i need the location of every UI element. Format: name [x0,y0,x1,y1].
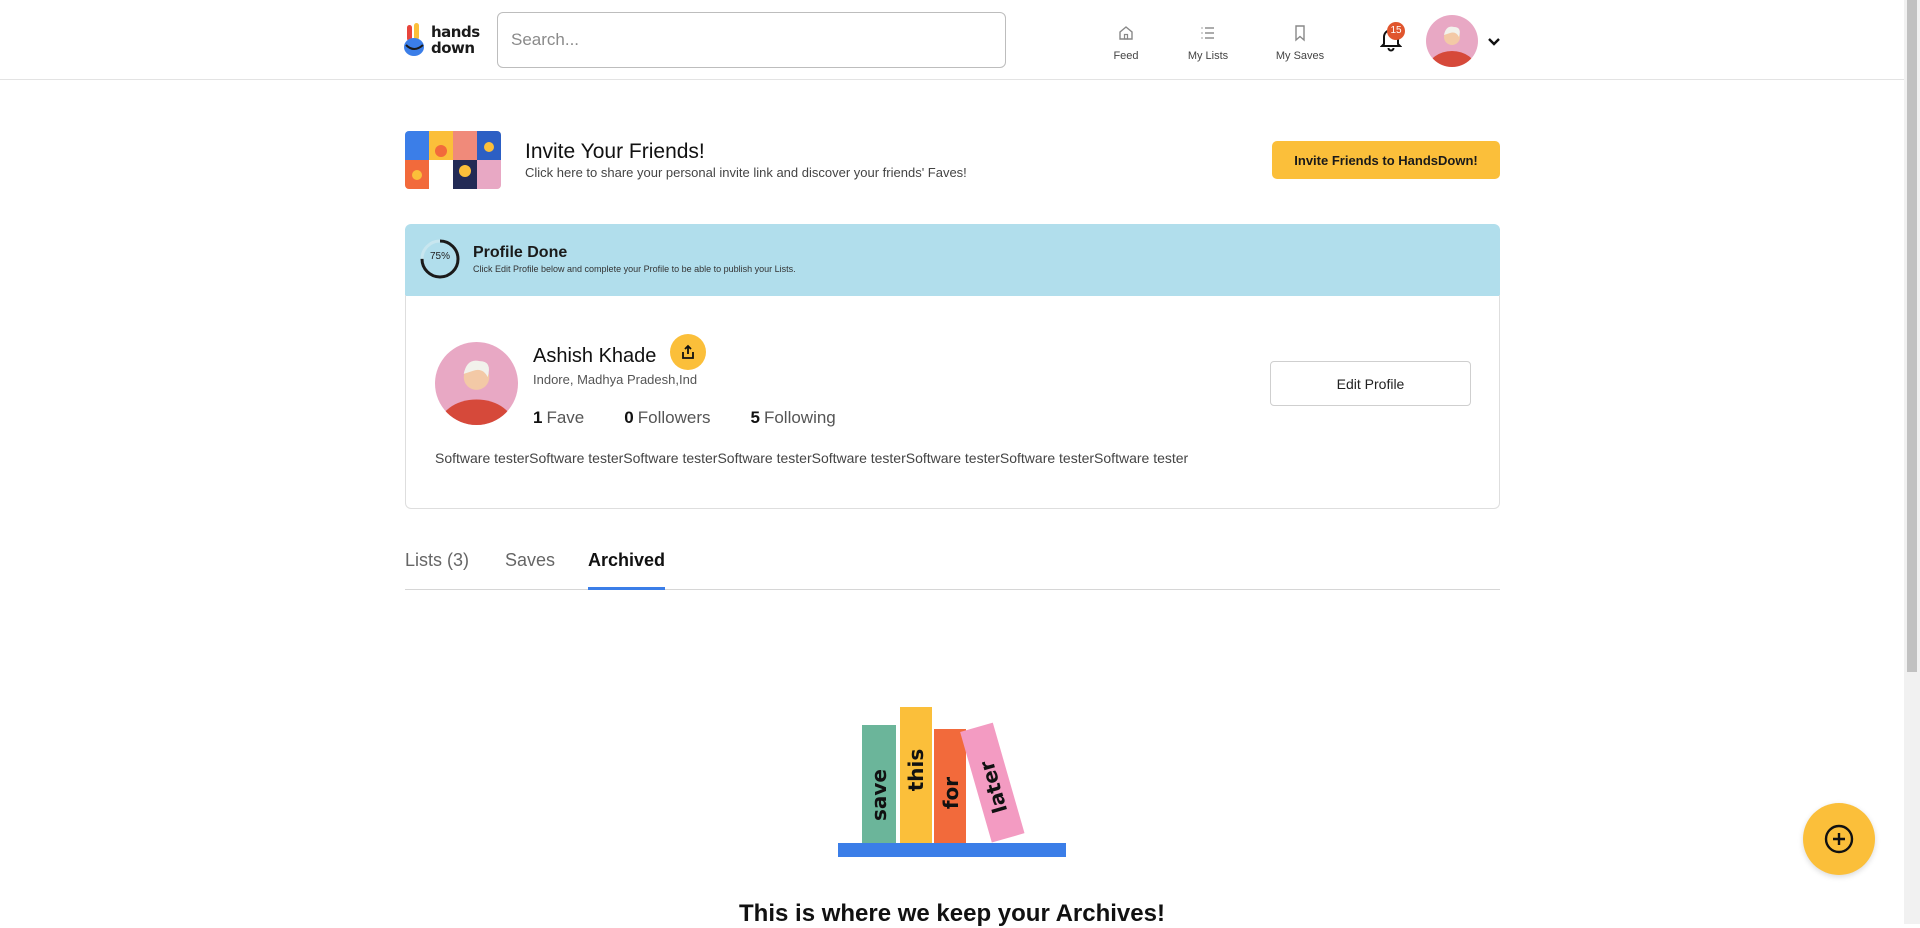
logo-line-1: hands [431,23,480,41]
chevron-down-icon[interactable] [1487,34,1501,46]
search-input[interactable] [497,12,1006,68]
stat-following-label: Following [763,408,836,427]
nav-feed-label: Feed [1113,50,1139,62]
stat-faves[interactable]: 1 Fave [533,408,584,428]
stat-followers-label: Followers [637,408,711,427]
invite-friends-button[interactable]: Invite Friends to HandsDown! [1272,141,1500,179]
peace-hand-icon [403,23,427,57]
nav-my-saves[interactable]: My Saves [1275,24,1325,70]
scrollbar-thumb[interactable] [1907,0,1917,672]
books-illustration: save this for later [838,707,1066,857]
stat-faves-label: Fave [546,408,585,427]
book-word-save: save [867,769,891,821]
stat-followers[interactable]: 0 Followers [624,408,710,428]
logo-wordmark: hands down [431,24,480,56]
user-avatar-menu[interactable] [1426,15,1478,67]
profile-bio: Software testerSoftware testerSoftware t… [435,450,1189,466]
profile-name: Ashish Khade [533,345,657,367]
nav-my-lists[interactable]: My Lists [1186,24,1230,70]
stat-following-value: 5 [750,408,760,427]
notification-count-badge: 15 [1387,22,1405,40]
nav-feed[interactable]: Feed [1112,24,1140,70]
avatar-illustration-icon [1426,15,1478,67]
stat-faves-value: 1 [533,408,543,427]
profile-card: Ashish Khade Indore, Madhya Pradesh,Ind … [405,295,1500,509]
edit-profile-button[interactable]: Edit Profile [1270,361,1471,406]
handsdown-logo[interactable]: hands down [403,21,480,59]
book-word-this: this [904,749,928,792]
create-list-fab[interactable] [1803,803,1875,875]
profile-location: Indore, Madhya Pradesh,Ind [533,372,698,387]
profile-stats: 1 Fave 0 Followers 5 Following [533,408,876,428]
tab-lists[interactable]: Lists (3) [405,546,469,590]
nav-my-saves-label: My Saves [1275,50,1325,62]
share-profile-button[interactable] [670,334,706,370]
book-word-for: for [939,777,963,809]
home-icon [1119,26,1133,40]
list-icon [1201,27,1214,39]
plus-circle-icon [1824,824,1854,854]
bookmark-icon [1295,25,1305,42]
progress-subtitle: Click Edit Profile below and complete yo… [473,264,796,274]
tab-archived[interactable]: Archived [588,546,666,590]
nav-my-lists-label: My Lists [1187,50,1229,62]
stat-following[interactable]: 5 Following [750,408,835,428]
logo-line-2: down [431,39,475,57]
avatar-illustration-icon [435,342,518,425]
tab-saves[interactable]: Saves [505,546,555,590]
profile-progress-banner: 75% Profile Done Click Edit Profile belo… [405,224,1500,296]
top-navigation-bar: hands down Feed My Lists My Saves 15 [0,0,1904,80]
stat-followers-value: 0 [624,408,634,427]
profile-avatar [435,342,518,425]
profile-tabs: Lists (3) Saves Archived [405,546,1500,590]
page-scrollbar[interactable] [1904,0,1920,924]
progress-title: Profile Done [473,244,568,261]
invite-illustration [405,131,501,189]
invite-subtitle[interactable]: Click here to share your personal invite… [525,165,967,180]
progress-percent: 75% [429,251,450,262]
share-icon [682,344,694,359]
invite-title: Invite Your Friends! [525,140,705,163]
